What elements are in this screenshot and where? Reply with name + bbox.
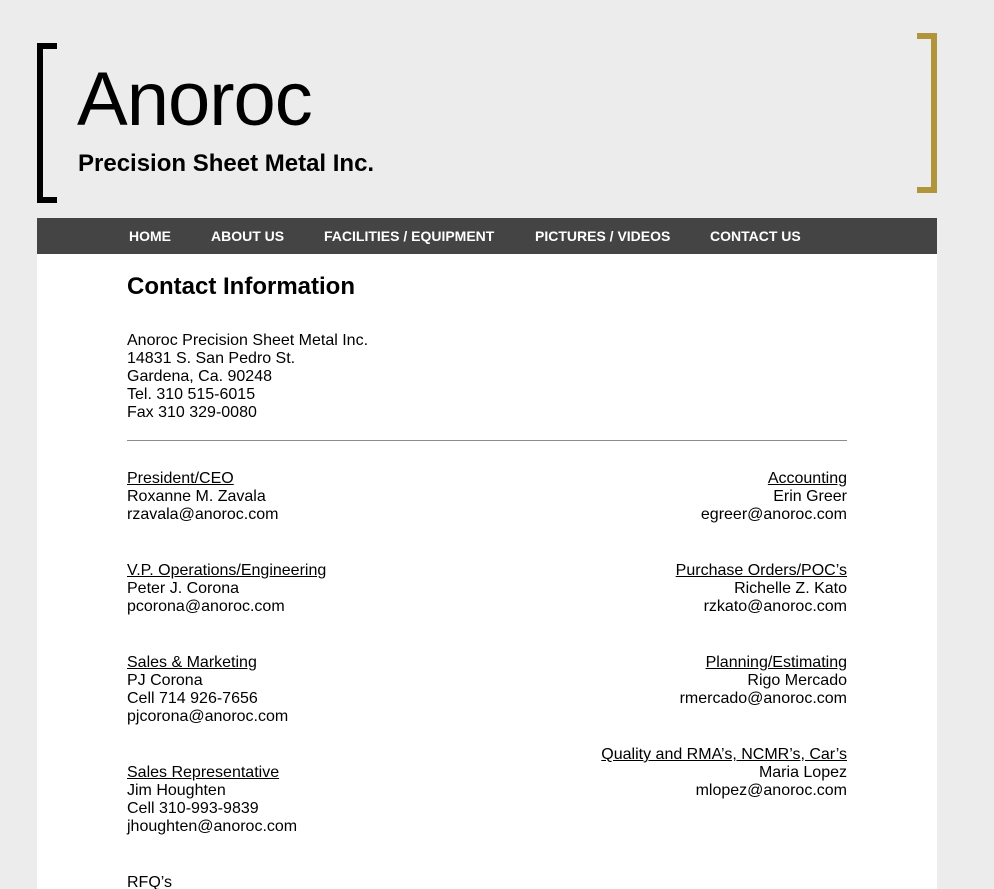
- contact-role: Sales Representative: [127, 764, 280, 781]
- nav-home[interactable]: HOME: [129, 218, 171, 254]
- right-bracket-decoration: [917, 33, 937, 193]
- contact-role: President/CEO: [127, 470, 234, 487]
- page-title: Contact Information: [127, 273, 355, 300]
- contact-president-ceo: President/CEO Roxanne M. Zavala rzavala@…: [127, 470, 278, 524]
- contact-email-link[interactable]: rmercado@anoroc.com: [680, 690, 847, 707]
- contact-phone: Cell 714 926-7656: [127, 690, 258, 707]
- nav-contact-us[interactable]: CONTACT US: [710, 218, 801, 254]
- contact-quality: Quality and RMA’s, NCMR’s, Car’s Maria L…: [601, 746, 847, 800]
- address-city: Gardena, Ca. 90248: [127, 368, 272, 385]
- nav-about-us[interactable]: ABOUT US: [211, 218, 284, 254]
- contact-name: Richelle Z. Kato: [734, 580, 847, 597]
- contact-email-link[interactable]: jhoughten@anoroc.com: [127, 818, 297, 835]
- main-nav: HOME ABOUT US FACILITIES / EQUIPMENT PIC…: [37, 218, 937, 254]
- contact-email-link[interactable]: rzkato@anoroc.com: [704, 598, 847, 615]
- contact-accounting: Accounting Erin Greer egreer@anoroc.com: [701, 470, 847, 524]
- contact-email-link[interactable]: pjcorona@anoroc.com: [127, 708, 288, 725]
- nav-facilities-equipment[interactable]: FACILITIES / EQUIPMENT: [324, 218, 494, 254]
- address-fax: Fax 310 329-0080: [127, 404, 257, 421]
- contact-role: Sales & Marketing: [127, 654, 257, 671]
- contact-email-link[interactable]: rzavala@anoroc.com: [127, 506, 278, 523]
- contact-email-link[interactable]: egreer@anoroc.com: [701, 506, 847, 523]
- contact-role: Quality and RMA’s, NCMR’s, Car’s: [601, 746, 847, 763]
- contact-sales-representative: Sales Representative Jim Houghten Cell 3…: [127, 764, 297, 836]
- contact-name: PJ Corona: [127, 672, 203, 689]
- site-subtitle: Precision Sheet Metal Inc.: [78, 150, 375, 177]
- contact-name: Erin Greer: [773, 488, 847, 505]
- contact-phone: Cell 310-993-9839: [127, 800, 259, 817]
- contact-name: Roxanne M. Zavala: [127, 488, 266, 505]
- contact-name: Jim Houghten: [127, 782, 226, 799]
- contact-role: Planning/Estimating: [705, 654, 847, 671]
- contact-vp-operations: V.P. Operations/Engineering Peter J. Cor…: [127, 562, 326, 616]
- contact-role: Accounting: [767, 470, 847, 487]
- contact-role: RFQ’s: [127, 874, 173, 889]
- contact-name: Peter J. Corona: [127, 580, 240, 597]
- contact-email-link[interactable]: pcorona@anoroc.com: [127, 598, 285, 615]
- nav-pictures-videos[interactable]: PICTURES / VIDEOS: [535, 218, 670, 254]
- site-logo-title[interactable]: Anoroc: [77, 52, 313, 148]
- contact-role: Purchase Orders/POC’s: [675, 562, 847, 579]
- left-bracket-decoration: [37, 43, 57, 203]
- address-tel: Tel. 310 515-6015: [127, 386, 256, 403]
- contact-sales-marketing: Sales & Marketing PJ Corona Cell 714 926…: [127, 654, 288, 726]
- company-address: Anoroc Precision Sheet Metal Inc. 14831 …: [127, 332, 368, 422]
- contact-name: Rigo Mercado: [747, 672, 847, 689]
- divider: [127, 440, 847, 441]
- contact-planning-estimating: Planning/Estimating Rigo Mercado rmercad…: [680, 654, 847, 708]
- address-street: 14831 S. San Pedro St.: [127, 350, 296, 367]
- content-panel: Contact Information Anoroc Precision She…: [37, 254, 937, 889]
- contact-role: V.P. Operations/Engineering: [127, 562, 327, 579]
- contact-purchase-orders: Purchase Orders/POC’s Richelle Z. Kato r…: [676, 562, 847, 616]
- contact-email-link[interactable]: mlopez@anoroc.com: [696, 782, 847, 799]
- contact-rfqs: RFQ’s: [127, 874, 172, 889]
- address-company: Anoroc Precision Sheet Metal Inc.: [127, 332, 369, 349]
- page: Anoroc Precision Sheet Metal Inc. HOME A…: [0, 0, 994, 889]
- contact-name: Maria Lopez: [758, 764, 847, 781]
